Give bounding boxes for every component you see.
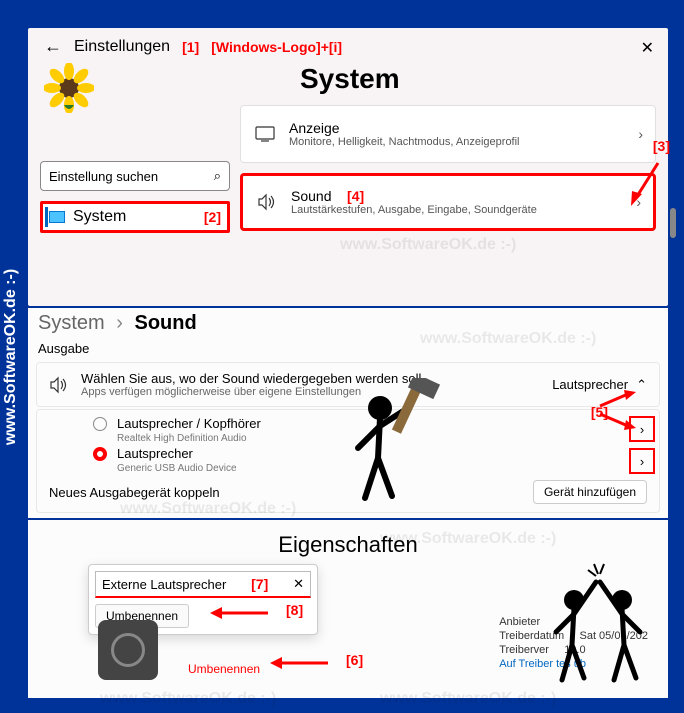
new-device-label: Neues Ausgabegerät koppeln: [49, 485, 220, 500]
watermark-vertical: www.SoftwareOK.de :-): [0, 0, 26, 713]
clear-icon[interactable]: ✕: [293, 576, 304, 592]
scrollbar-thumb[interactable]: [670, 208, 676, 238]
annotation-8: [8]: [286, 602, 303, 618]
umbenennen-link[interactable]: Umbenennen: [188, 662, 260, 676]
annotation-6: [6]: [346, 652, 363, 668]
driver-info: Anbieter Treiberdatum Sat 05/05/202 Trei…: [499, 616, 648, 672]
page-title: System: [240, 63, 656, 95]
row-subtitle: Lautstärkestufen, Ausgabe, Eingabe, Soun…: [291, 204, 537, 216]
device-row[interactable]: Lautsprecher: [93, 444, 647, 463]
row-title: Anzeige: [289, 120, 520, 136]
sidebar-item-system[interactable]: System [2]: [40, 201, 230, 233]
add-device-button[interactable]: Gerät hinzufügen: [533, 480, 647, 504]
settings-label: Einstellungen: [74, 38, 170, 56]
chevron-right-icon: ›: [636, 194, 641, 210]
row-subtitle: Monitore, Helligkeit, Nachtmodus, Anzeig…: [289, 136, 520, 148]
annotation-3: [3]: [653, 138, 670, 154]
device-name: Lautsprecher / Kopfhörer: [117, 416, 261, 431]
rename-input[interactable]: Externe Lautsprecher [7] ✕: [95, 571, 311, 598]
annotation-shortcut: [Windows-Logo]+[i]: [211, 39, 342, 55]
sidebar-item-label: System: [73, 208, 126, 226]
search-icon: ⌕: [214, 168, 221, 184]
properties-panel: Eigenschaften Externe Lautsprecher [7] ✕…: [28, 520, 668, 698]
radio-selected[interactable]: [93, 447, 107, 461]
sound-icon: [257, 192, 277, 212]
device-properties-chevron[interactable]: ›: [629, 416, 655, 442]
chevron-right-icon: ›: [638, 126, 643, 142]
device-name: Lautsprecher: [117, 446, 193, 461]
settings-row-sound[interactable]: Sound [4] Lautstärkestufen, Ausgabe, Ein…: [240, 173, 656, 231]
annotation-7: [7]: [251, 576, 268, 592]
section-ausgabe: Ausgabe: [28, 339, 668, 358]
device-sub: Generic USB Audio Device: [117, 463, 647, 474]
sound-icon: [49, 375, 69, 395]
device-row[interactable]: Lautsprecher / Kopfhörer: [93, 414, 647, 433]
output-selector-row[interactable]: Wählen Sie aus, wo der Sound wiedergegeb…: [36, 362, 660, 407]
annotation-5: [5]: [591, 404, 608, 420]
properties-title: Eigenschaften: [28, 520, 668, 558]
chevron-right-icon: ›: [116, 312, 123, 334]
display-icon: [255, 124, 275, 144]
annotation-4: [4]: [347, 188, 364, 204]
speaker-device-icon: [98, 620, 158, 680]
radio-unselected[interactable]: [93, 417, 107, 431]
search-input[interactable]: Einstellung suchen ⌕: [40, 161, 230, 191]
device-list: Lautsprecher / Kopfhörer Realtek High De…: [36, 409, 660, 513]
output-subtitle: Apps verfügen möglicherweise über eigene…: [81, 386, 421, 398]
settings-window: ✕ ← Einstellungen [1] [Windows-Logo]+[i]…: [28, 28, 668, 306]
arrow-annotation-6: [268, 654, 338, 672]
annotation-2: [2]: [204, 209, 221, 225]
row-title: Sound: [291, 188, 331, 204]
search-placeholder: Einstellung suchen: [49, 169, 158, 184]
rename-value: Externe Lautsprecher: [102, 577, 226, 592]
breadcrumb-sound: Sound: [134, 312, 196, 334]
device-sub: Realtek High Definition Audio: [117, 433, 647, 444]
annotation-1: [1]: [182, 39, 199, 55]
output-title: Wählen Sie aus, wo der Sound wiedergegeb…: [81, 371, 421, 386]
breadcrumb: System › Sound: [28, 308, 668, 339]
output-current: Lautsprecher: [552, 377, 628, 392]
back-arrow-icon[interactable]: ←: [44, 36, 62, 57]
sound-settings-panel: System › Sound Ausgabe Wählen Sie aus, w…: [28, 308, 668, 518]
driver-update-link[interactable]: Auf Treiber tes üb: [499, 658, 648, 670]
user-avatar-sunflower: [44, 63, 94, 113]
close-icon[interactable]: ✕: [641, 38, 654, 58]
chevron-up-icon[interactable]: ⌃: [636, 377, 647, 393]
device-properties-chevron[interactable]: ›: [629, 448, 655, 474]
breadcrumb-system[interactable]: System: [38, 312, 105, 334]
system-icon: [49, 211, 65, 223]
settings-row-anzeige[interactable]: Anzeige Monitore, Helligkeit, Nachtmodus…: [240, 105, 656, 163]
